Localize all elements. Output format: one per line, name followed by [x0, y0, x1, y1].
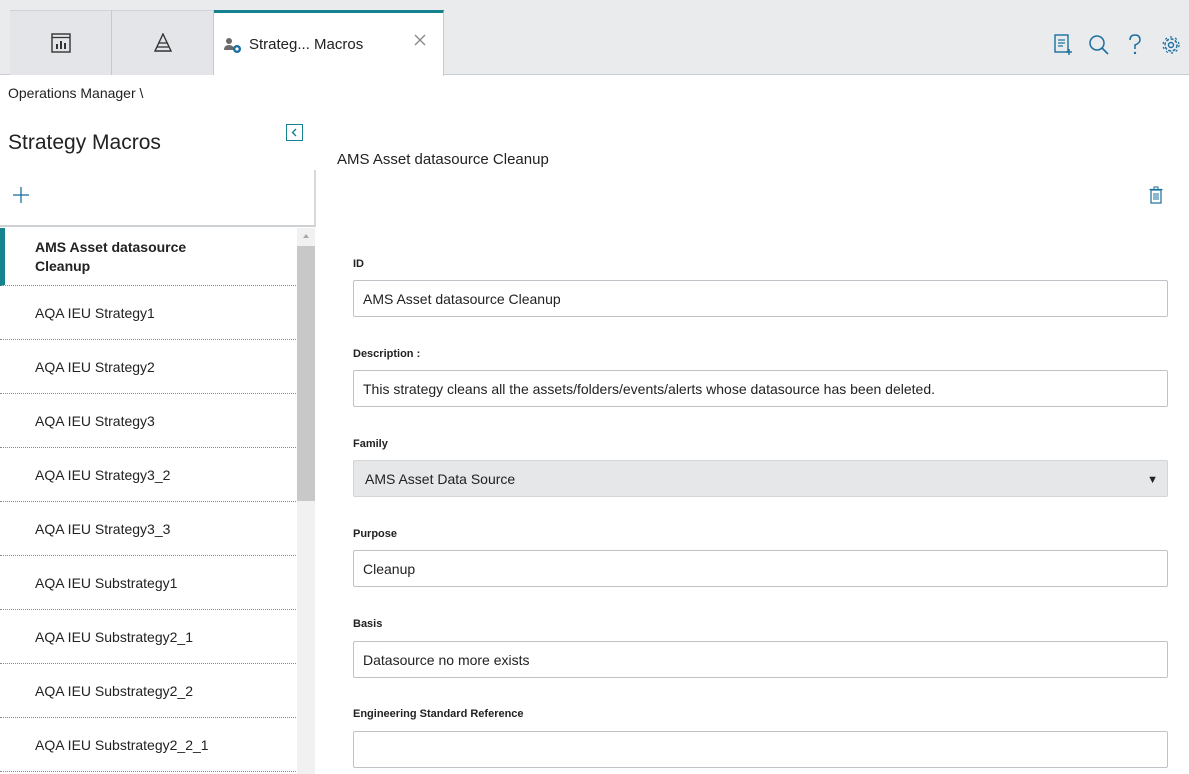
description-label: Description : [353, 348, 421, 360]
engineering-standard-field[interactable] [353, 731, 1168, 768]
family-select[interactable]: AMS Asset Data Source ▼ [353, 460, 1168, 497]
list-scrollbar-thumb[interactable] [297, 246, 315, 501]
list-item-label: AQA IEU Strategy1 [35, 304, 155, 321]
list-item[interactable]: AQA IEU Strategy3 [0, 394, 296, 448]
id-label: ID [353, 258, 364, 270]
settings-button[interactable] [1153, 28, 1189, 62]
list-item[interactable]: AMS Asset datasource Cleanup [0, 228, 296, 286]
list-item[interactable]: AQA IEU Substrategy2_1 [0, 610, 296, 664]
purpose-label: Purpose [353, 528, 398, 540]
add-icon[interactable] [12, 186, 30, 204]
family-label: Family [353, 438, 388, 450]
dashboard-tab[interactable] [10, 10, 112, 75]
breadcrumb[interactable]: Operations Manager \ [8, 85, 143, 101]
add-row [0, 170, 316, 227]
hierarchy-tab[interactable] [112, 10, 214, 75]
scroll-up-button[interactable] [297, 228, 315, 244]
list-item-label: AMS Asset datasource Cleanup [35, 238, 187, 274]
id-field[interactable]: AMS Asset datasource Cleanup [353, 280, 1168, 317]
list-item[interactable]: AQA IEU Strategy1 [0, 286, 296, 340]
engineering-standard-label: Engineering Standard Reference [353, 708, 524, 720]
dropdown-arrow-icon: ▼ [1147, 474, 1158, 486]
list-item[interactable]: AQA IEU Substrategy2_2 [0, 664, 296, 718]
description-field[interactable]: This strategy cleans all the assets/fold… [353, 370, 1168, 407]
notes-button[interactable] [1045, 28, 1081, 62]
help-button[interactable] [1117, 28, 1153, 62]
dashboard-icon [50, 33, 71, 53]
pyramid-icon [153, 33, 172, 52]
page-title: AMS Asset datasource Cleanup [337, 151, 549, 168]
document-plus-icon [1054, 34, 1072, 55]
family-selected-value: AMS Asset Data Source [365, 470, 516, 487]
list-item[interactable]: AQA IEU Strategy3_3 [0, 502, 296, 556]
list-item-label: AQA IEU Substrategy1 [35, 574, 178, 591]
tab-label: Strateg... Macros [249, 36, 364, 53]
list-item-label: AQA IEU Strategy3_2 [35, 466, 171, 483]
left-panel-title: Strategy Macros [8, 131, 161, 154]
top-actions [1045, 28, 1189, 62]
list-item-label: AQA IEU Substrategy2_2 [35, 682, 193, 699]
list-item-label: AQA IEU Strategy3 [35, 412, 155, 429]
trash-icon[interactable] [1149, 186, 1163, 204]
search-button[interactable] [1081, 28, 1117, 62]
list-item-label: AQA IEU Strategy2 [35, 358, 155, 375]
users-gear-icon [224, 37, 241, 53]
list-item[interactable]: AQA IEU Substrategy2_2_1 [0, 718, 296, 772]
list-item-label: AQA IEU Substrategy2_2_1 [35, 736, 209, 753]
list-item[interactable]: AQA IEU Strategy2 [0, 340, 296, 394]
gear-icon [1162, 36, 1180, 54]
list-item-label: AQA IEU Strategy3_3 [35, 520, 171, 537]
chevron-left-icon [291, 128, 297, 137]
close-icon[interactable] [413, 33, 427, 47]
purpose-field[interactable]: Cleanup [353, 550, 1168, 587]
tab-strategy-macros[interactable]: Strateg... Macros [214, 10, 444, 76]
search-icon [1089, 35, 1109, 55]
collapse-panel-button[interactable] [286, 124, 303, 141]
list-item[interactable]: AQA IEU Substrategy1 [0, 556, 296, 610]
top-bar: Strateg... Macros [0, 0, 1189, 76]
triangle-up-icon [303, 234, 309, 238]
strategy-macro-list: AMS Asset datasource Cleanup AQA IEU Str… [0, 228, 296, 774]
basis-label: Basis [353, 618, 383, 630]
list-item[interactable]: AQA IEU Strategy3_2 [0, 448, 296, 502]
help-icon [1129, 34, 1141, 55]
list-item-label: AQA IEU Substrategy2_1 [35, 628, 193, 645]
basis-field[interactable]: Datasource no more exists [353, 641, 1168, 678]
